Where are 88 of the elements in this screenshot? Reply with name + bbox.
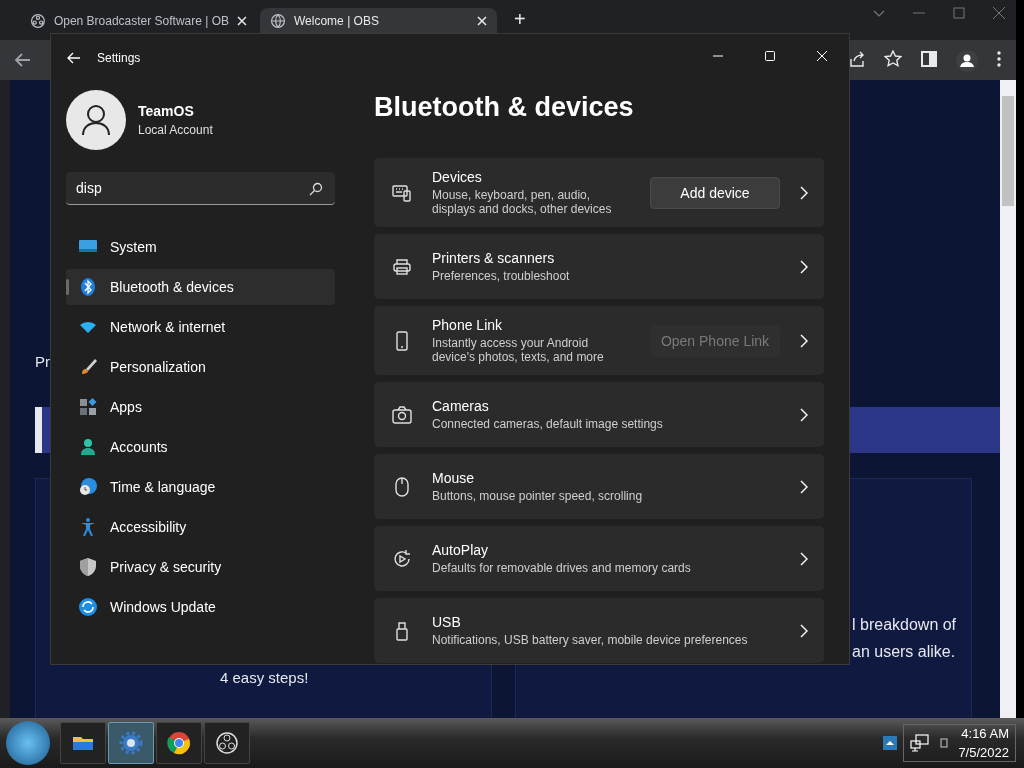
chrome-icon: [166, 730, 192, 756]
card-title: Cameras: [432, 398, 490, 414]
new-tab-button[interactable]: +: [510, 8, 530, 30]
nav-item[interactable]: Time & language: [66, 469, 335, 505]
card-description: Buttons, mouse pointer speed, scrolling: [432, 489, 644, 503]
maximize-icon: [765, 51, 775, 61]
nav-item[interactable]: Accounts: [66, 429, 335, 465]
settings-card[interactable]: USB Notifications, USB battery saver, mobile device preferences: [374, 598, 824, 663]
card-description: Mouse, keyboard, pen, audio, displays and docks, other devices: [432, 188, 613, 216]
chevron-right-icon: [800, 623, 808, 638]
side-panel-icon[interactable]: [920, 50, 938, 68]
person-icon: [81, 104, 111, 136]
page-text: 4 easy steps!: [220, 669, 309, 686]
square-icon[interactable]: [940, 738, 949, 748]
autoplay-icon: [392, 548, 412, 569]
printer-icon: [392, 256, 412, 277]
settings-card[interactable]: Printers & scanners Preferences, troubleshoot: [374, 234, 824, 299]
scrollbar[interactable]: [1000, 80, 1016, 718]
taskbar-app[interactable]: [204, 722, 250, 764]
card-title: Printers & scanners: [432, 250, 556, 266]
add-device-button[interactable]: Add device: [650, 176, 780, 209]
nav-item[interactable]: Privacy & security: [66, 549, 335, 585]
menu-icon[interactable]: [996, 50, 1002, 68]
star-icon[interactable]: [884, 50, 902, 68]
clock-time: 4:16 AM: [961, 726, 1009, 741]
profile-icon[interactable]: [956, 50, 978, 72]
chevron-right-icon: [800, 185, 808, 200]
user-name: TeamOS: [138, 103, 195, 119]
page-text: an users alike.: [852, 643, 956, 661]
card-description: Connected cameras, default image settings: [432, 417, 664, 431]
camera-icon: [392, 404, 412, 425]
card-description: Instantly access your Android device's photos, texts, and more: [432, 336, 605, 364]
nav-item[interactable]: Apps: [66, 389, 335, 425]
taskbar-app[interactable]: [156, 722, 202, 764]
taskbar-app[interactable]: [108, 722, 154, 764]
chevron-right-icon: [800, 479, 808, 494]
settings-card[interactable]: Devices Mouse, keyboard, pen, audio, displays and docks, other devices Add device: [374, 158, 824, 227]
globe-icon: [270, 12, 286, 29]
person-icon: [78, 437, 98, 457]
settings-card[interactable]: Mouse Buttons, mouse pointer speed, scrolling: [374, 454, 824, 519]
update-icon: [78, 597, 98, 617]
page-text: Pr: [35, 353, 50, 370]
obs-icon: [214, 730, 240, 756]
card-title: Phone Link: [432, 317, 504, 333]
chevron-right-icon: [800, 259, 808, 274]
nav-item[interactable]: Personalization: [66, 349, 335, 385]
chevron-right-icon: [800, 333, 808, 348]
bluetooth-icon: [78, 277, 98, 297]
network-icon[interactable]: [910, 733, 931, 753]
back-arrow-icon[interactable]: [67, 51, 81, 65]
nav-item[interactable]: Accessibility: [66, 509, 335, 545]
browser-tab[interactable]: Open Broadcaster Software | OB: [20, 8, 257, 33]
shield-icon: [78, 557, 98, 577]
card-title: AutoPlay: [432, 542, 490, 558]
gear-icon: [118, 730, 144, 756]
close-icon: [817, 51, 827, 61]
taskbar-app[interactable]: [60, 722, 106, 764]
clock-date: 7/5/2022: [958, 745, 1009, 760]
window-title: Settings: [97, 51, 141, 65]
nav-item[interactable]: Windows Update: [66, 589, 335, 625]
card-title: USB: [432, 614, 462, 630]
account-type: Local Account: [138, 123, 213, 137]
card-description: Defaults for removable drives and memory cards: [432, 561, 692, 575]
scrollbar-thumb[interactable]: [1002, 96, 1014, 206]
chevron-right-icon: [800, 407, 808, 422]
start-button[interactable]: [6, 721, 50, 765]
share-icon[interactable]: [848, 50, 866, 68]
card-description: Preferences, troubleshoot: [432, 269, 571, 283]
nav-item[interactable]: Bluetooth & devices: [66, 269, 335, 305]
clock-panel[interactable]: 4:16 AM 7/5/2022: [903, 724, 1016, 762]
chevron-right-icon: [800, 551, 808, 566]
page-text: l breakdown of: [852, 616, 957, 634]
browser-tab[interactable]: Welcome | OBS: [260, 8, 497, 33]
apps-icon: [78, 397, 98, 417]
card-description: Notifications, USB battery saver, mobile device preferences: [432, 633, 749, 647]
keyboard-phone-icon: [392, 182, 412, 203]
globe-clock-icon: [78, 477, 98, 497]
card-title: Mouse: [432, 470, 476, 486]
nav-item[interactable]: System: [66, 229, 335, 265]
obs-icon: [30, 12, 46, 29]
page-heading: Bluetooth & devices: [374, 92, 635, 123]
settings-card[interactable]: Cameras Connected cameras, default image settings: [374, 382, 824, 447]
nav-item[interactable]: Network & internet: [66, 309, 335, 345]
mouse-icon: [392, 476, 412, 497]
settings-card[interactable]: AutoPlay Defaults for removable drives and memory cards: [374, 526, 824, 591]
search-icon: [309, 182, 323, 196]
search-field[interactable]: disp: [66, 172, 335, 205]
card-title: Devices: [432, 169, 483, 185]
